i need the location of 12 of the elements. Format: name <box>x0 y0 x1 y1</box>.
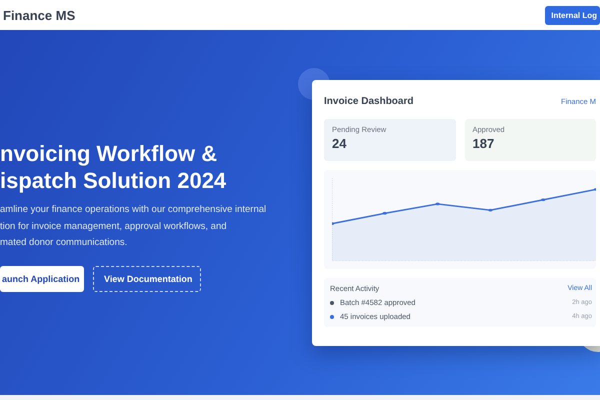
login-button[interactable]: Internal Log <box>545 6 600 24</box>
hero-title-line: nvoicing Workflow & <box>0 140 218 167</box>
hero-description-line: tion for invoice management, approval workflows, and <box>0 220 228 234</box>
hero-title-line: ispatch Solution 2024 <box>0 167 228 194</box>
documentation-button[interactable]: View Documentation <box>93 266 201 292</box>
launch-button[interactable]: aunch Application <box>0 266 84 292</box>
stat-value: 187 <box>472 136 496 151</box>
hero-description-line: mated donor communications. <box>0 236 128 250</box>
stat-value: 24 <box>332 136 348 151</box>
brand-name: Finance MS <box>3 8 76 22</box>
hero-description-line: amline your finance operations with our comprehensive internal <box>0 203 268 217</box>
dashboard-title: Invoice Dashboard <box>324 96 414 106</box>
